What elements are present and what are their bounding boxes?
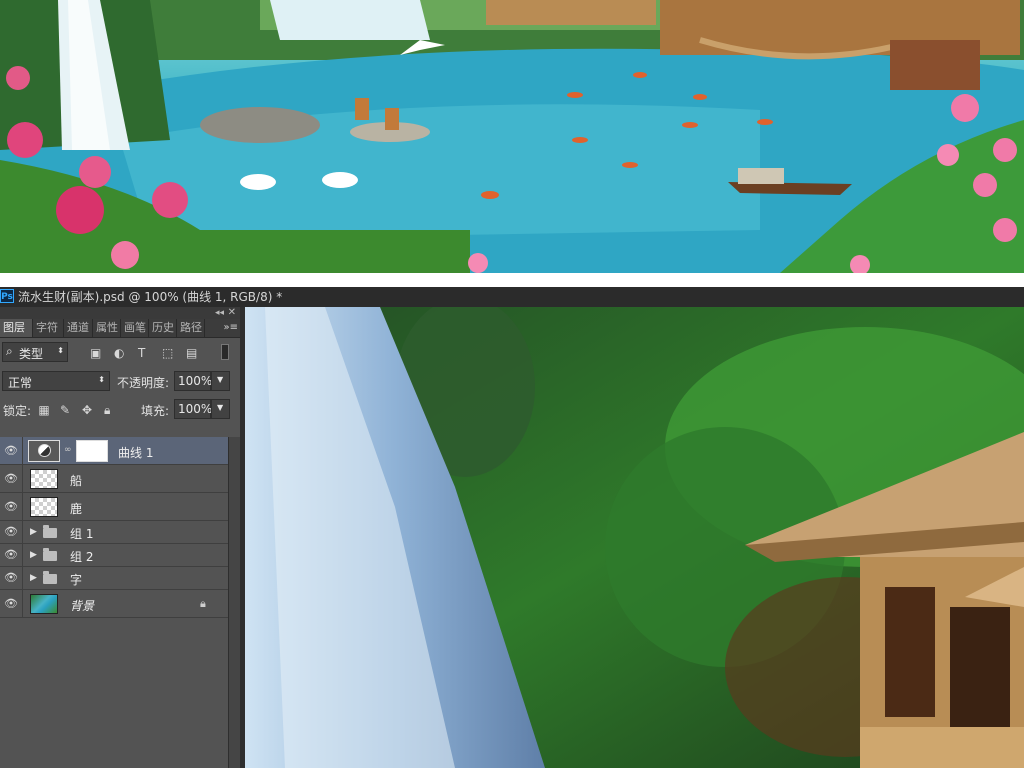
- tab-properties[interactable]: 属性: [93, 319, 121, 337]
- layer-row-deer[interactable]: 👁︎ 鹿: [0, 493, 228, 521]
- search-icon: ⌕: [6, 344, 13, 358]
- panel-tabs: 图层 字符 通道 属性 画笔 历史 路径 »≡: [0, 319, 240, 338]
- document-canvas[interactable]: [240, 307, 1024, 768]
- tab-layers[interactable]: 图层: [0, 319, 33, 337]
- lock-position-icon[interactable]: ✥: [82, 403, 92, 417]
- smart-object-filter-icon[interactable]: ▤: [186, 346, 197, 360]
- layer-thumbnail: [30, 497, 58, 517]
- close-icon[interactable]: ✕: [228, 307, 236, 319]
- layer-name: 组 2: [70, 550, 94, 564]
- visibility-eye-icon[interactable]: 👁︎: [2, 525, 20, 538]
- visibility-eye-icon[interactable]: 👁︎: [2, 571, 20, 584]
- divider: [22, 493, 23, 520]
- fill-label: 填充:: [141, 404, 170, 418]
- layer-name: 曲线 1: [118, 446, 154, 460]
- filter-toggle-switch[interactable]: [221, 344, 229, 360]
- layers-scrollbar[interactable]: [228, 437, 240, 768]
- fill-dropdown-button[interactable]: ▼: [211, 399, 230, 419]
- photoshop-window: Ps 流水生财(副本).psd @ 100% (曲线 1, RGB/8) * ◂…: [0, 287, 1024, 768]
- layer-thumbnail: [30, 469, 58, 489]
- photoshop-logo-icon: Ps: [0, 289, 14, 303]
- visibility-eye-icon[interactable]: 👁︎: [2, 500, 20, 513]
- tab-paths[interactable]: 路径: [177, 319, 205, 337]
- layer-row-curves[interactable]: 👁︎ ∞ 曲线 1: [0, 437, 228, 465]
- opacity-value: 100%: [178, 374, 213, 388]
- panel-header: ◂◂ ✕: [0, 307, 240, 319]
- layer-mask-thumbnail[interactable]: [76, 440, 108, 462]
- blend-opacity-row: 正常 ⬍ 不透明度: 100% ▼: [0, 367, 240, 395]
- opacity-input[interactable]: 100%: [174, 371, 213, 391]
- updown-icon: ⬍: [98, 375, 105, 384]
- layer-row-boat[interactable]: 👁︎ 船: [0, 465, 228, 493]
- lock-all-icon[interactable]: 🔒︎: [104, 403, 110, 417]
- divider: [22, 465, 23, 492]
- blend-mode-select[interactable]: 正常 ⬍: [2, 371, 110, 391]
- panel-menu-icon[interactable]: »≡: [224, 321, 239, 335]
- fill-input[interactable]: 100%: [174, 399, 213, 419]
- visibility-eye-icon[interactable]: 👁︎: [2, 597, 20, 610]
- expand-arrow-icon[interactable]: ▶: [30, 527, 37, 537]
- visibility-eye-icon[interactable]: 👁︎: [2, 548, 20, 561]
- preview-separator: [0, 273, 1024, 287]
- landscape-preview-image: [0, 0, 1024, 273]
- layer-filter-row: ⌕ 类型 ⬍ ▣ ◐ T ⬚ ▤: [0, 339, 240, 367]
- visibility-eye-icon[interactable]: 👁︎: [2, 472, 20, 485]
- lock-image-pixels-icon[interactable]: ✎: [60, 403, 70, 417]
- shape-layer-filter-icon[interactable]: ⬚: [162, 346, 173, 360]
- layer-row-background[interactable]: 👁︎ 背景 🔒︎: [0, 590, 228, 618]
- filter-type-select[interactable]: ⌕ 类型 ⬍: [2, 342, 68, 362]
- expand-arrow-icon[interactable]: ▶: [30, 573, 37, 583]
- collapse-panel-icon[interactable]: ◂◂: [215, 307, 224, 319]
- lock-icon: 🔒︎: [200, 597, 206, 610]
- divider: [22, 590, 23, 617]
- divider: [22, 521, 23, 543]
- tab-character[interactable]: 字符: [33, 319, 64, 337]
- layers-panel: ◂◂ ✕ 图层 字符 通道 属性 画笔 历史 路径 »≡ ⌕ 类型 ⬍ ▣ ◐ …: [0, 307, 240, 768]
- curves-adjustment-icon: [28, 440, 60, 462]
- tab-channels[interactable]: 通道: [64, 319, 93, 337]
- layer-row-group-2[interactable]: 👁︎ ▶ 组 2: [0, 544, 228, 567]
- document-title-bar[interactable]: Ps 流水生财(副本).psd @ 100% (曲线 1, RGB/8) *: [0, 287, 1024, 307]
- lock-fill-row: 锁定: ▦ ✎ ✥ 🔒︎ 填充: 100% ▼: [0, 395, 240, 423]
- layer-row-text-group[interactable]: 👁︎ ▶ 字: [0, 567, 228, 590]
- folder-icon: [43, 571, 57, 584]
- folder-icon: [43, 525, 57, 538]
- fill-value: 100%: [178, 402, 213, 416]
- tab-brush[interactable]: 画笔: [121, 319, 149, 337]
- layer-name: 字: [70, 573, 83, 587]
- divider: [22, 544, 23, 566]
- layer-name: 背景: [70, 599, 95, 613]
- chevron-down-icon: ▼: [217, 375, 224, 384]
- visibility-eye-icon[interactable]: 👁︎: [2, 444, 20, 457]
- updown-icon: ⬍: [57, 346, 64, 355]
- type-layer-filter-icon[interactable]: T: [138, 346, 145, 360]
- folder-icon: [43, 548, 57, 561]
- document-tab-title[interactable]: 流水生财(副本).psd @ 100% (曲线 1, RGB/8) *: [18, 287, 282, 307]
- adjustment-layer-filter-icon[interactable]: ◐: [114, 346, 124, 360]
- tab-history[interactable]: 历史: [149, 319, 177, 337]
- layer-name: 船: [70, 474, 83, 488]
- layer-name: 鹿: [70, 502, 83, 516]
- background-thumbnail: [30, 594, 58, 614]
- divider: [22, 567, 23, 589]
- opacity-dropdown-button[interactable]: ▼: [211, 371, 230, 391]
- filter-type-label: 类型: [19, 347, 44, 361]
- chevron-down-icon: ▼: [217, 403, 224, 412]
- divider: [22, 437, 23, 464]
- pixel-layer-filter-icon[interactable]: ▣: [90, 346, 101, 360]
- expand-arrow-icon[interactable]: ▶: [30, 550, 37, 560]
- blend-mode-value: 正常: [8, 376, 33, 390]
- opacity-label: 不透明度:: [117, 376, 170, 390]
- lock-label: 锁定:: [3, 404, 32, 418]
- layer-name: 组 1: [70, 527, 94, 541]
- layer-row-group-1[interactable]: 👁︎ ▶ 组 1: [0, 521, 228, 544]
- lock-transparency-icon[interactable]: ▦: [38, 403, 50, 417]
- chain-link-icon[interactable]: ∞: [64, 445, 72, 455]
